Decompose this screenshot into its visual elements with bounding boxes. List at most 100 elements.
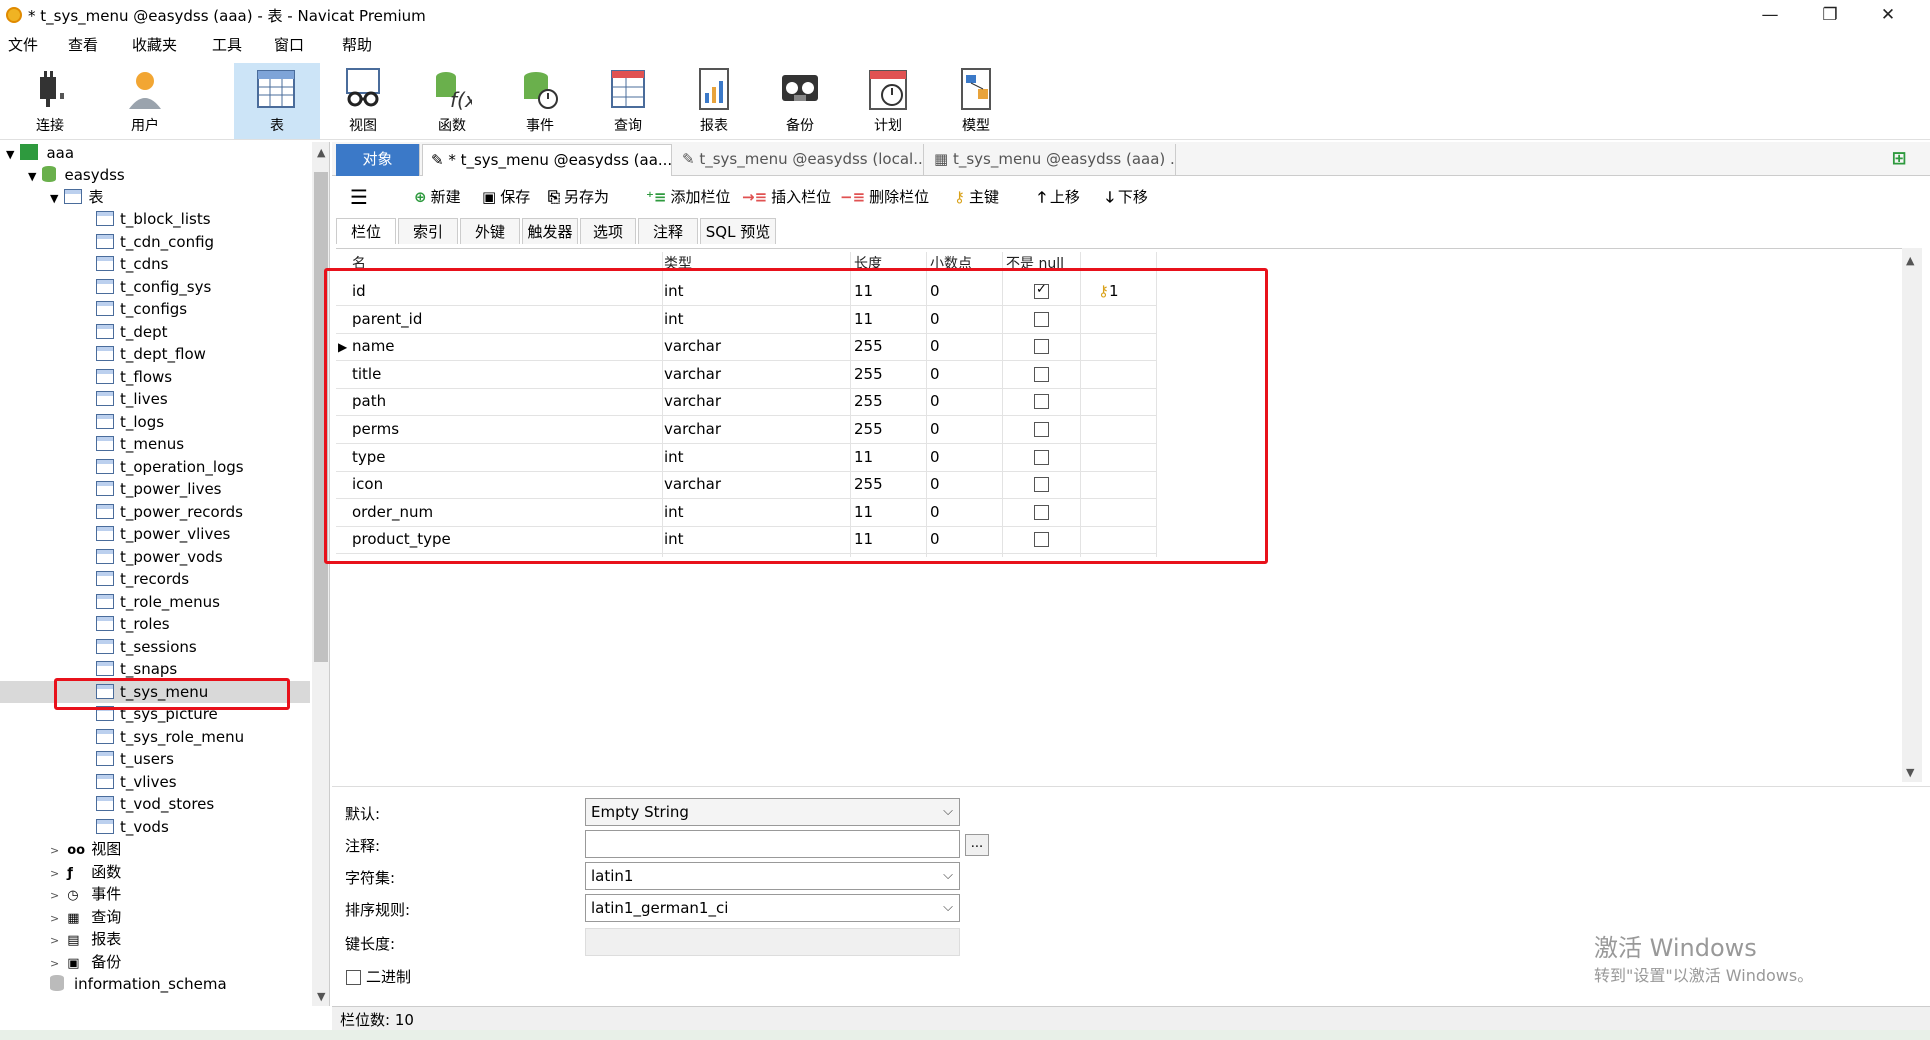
tab-t-sys-menu-aaa[interactable]: ▦ t_sys_menu @easydss (aaa) ...: [926, 144, 1176, 176]
tree-table-item[interactable]: t_power_lives: [0, 478, 310, 500]
tree-table-item[interactable]: t_vlives: [0, 771, 310, 793]
report-button[interactable]: 报表: [674, 63, 754, 139]
tree-group-item[interactable]: > ƒ 函数: [50, 861, 121, 883]
tab-design-t-sys-menu-aaa[interactable]: ✎ * t_sys_menu @easydss (aa...: [422, 144, 672, 176]
expand-chevron-icon[interactable]: >: [50, 957, 59, 970]
tab-objects[interactable]: 对象: [336, 144, 420, 176]
tree-table-item[interactable]: t_block_lists: [0, 208, 310, 230]
menu-view[interactable]: 查看: [68, 35, 98, 55]
menu-favorites[interactable]: 收藏夹: [132, 35, 177, 55]
menu-window[interactable]: 窗口: [274, 35, 304, 55]
tree-group-item[interactable]: > ◷ 事件: [50, 883, 121, 905]
view-button[interactable]: 视图: [323, 63, 403, 139]
tree-table-item[interactable]: t_vods: [0, 816, 310, 838]
menu-tools[interactable]: 工具: [212, 35, 242, 55]
subtab-triggers[interactable]: 触发器: [522, 218, 578, 244]
query-button[interactable]: 查询: [588, 63, 668, 139]
save-button[interactable]: ▣ 保存: [482, 184, 530, 210]
grid-vertical-scrollbar[interactable]: [1902, 248, 1922, 782]
subtab-sql-preview[interactable]: SQL 预览: [700, 218, 776, 244]
tab-t-sys-menu-local[interactable]: ✎ t_sys_menu @easydss (local...: [674, 144, 924, 176]
default-select[interactable]: Empty String ⌵: [585, 798, 960, 826]
subtab-comment[interactable]: 注释: [638, 218, 698, 244]
charset-select[interactable]: latin1 ⌵: [585, 862, 960, 890]
comment-more-button[interactable]: ...: [965, 834, 989, 856]
menu-help[interactable]: 帮助: [342, 35, 372, 55]
close-button[interactable]: ✕: [1868, 3, 1908, 27]
expand-chevron-icon[interactable]: >: [50, 867, 59, 880]
expand-chevron-icon[interactable]: >: [50, 889, 59, 902]
tree-table-item[interactable]: t_records: [0, 568, 310, 590]
move-down-button[interactable]: 🡓 下移: [1106, 184, 1148, 210]
tree-database-easydss[interactable]: ▼ easydss: [28, 164, 125, 186]
function-button[interactable]: f(x) 函数: [412, 63, 492, 139]
subtab-foreign-keys[interactable]: 外键: [460, 218, 520, 244]
tree-table-item[interactable]: t_cdn_config: [0, 231, 310, 253]
tree-table-item[interactable]: t_role_menus: [0, 591, 310, 613]
backup-button[interactable]: 备份: [760, 63, 840, 139]
move-up-button[interactable]: 🡑 上移: [1038, 184, 1080, 210]
key-length-input[interactable]: [585, 928, 960, 956]
delete-column-button[interactable]: −≡ 删除栏位: [840, 184, 929, 210]
tree-table-item[interactable]: t_logs: [0, 411, 310, 433]
tree-table-item[interactable]: t_snaps: [0, 658, 310, 680]
tree-table-item[interactable]: t_power_vods: [0, 546, 310, 568]
tree-table-item[interactable]: t_vod_stores: [0, 793, 310, 815]
grid-scroll-down-icon[interactable]: ▼: [1906, 766, 1914, 779]
tree-table-item[interactable]: t_power_vlives: [0, 523, 310, 545]
tree-tables-group[interactable]: ▼ 表: [50, 186, 103, 208]
expand-chevron-icon[interactable]: >: [50, 844, 59, 857]
tree-group-item[interactable]: > ▣ 备份: [50, 951, 121, 973]
tree-table-item[interactable]: t_power_records: [0, 501, 310, 523]
tree-connection-aaa[interactable]: ▼ aaa: [6, 142, 74, 164]
tree-table-item[interactable]: t_lives: [0, 388, 310, 410]
save-as-button[interactable]: ⎘ 另存为: [548, 184, 609, 210]
expand-chevron-icon[interactable]: >: [50, 934, 59, 947]
model-button[interactable]: 模型: [936, 63, 1016, 139]
tree-table-item[interactable]: t_dept_flow: [0, 343, 310, 365]
tree-database-information-schema[interactable]: information_schema: [50, 973, 227, 995]
event-button[interactable]: 事件: [500, 63, 580, 139]
tree-group-item[interactable]: > ▦ 查询: [50, 906, 121, 928]
collapse-chevron-icon[interactable]: ▼: [50, 192, 58, 205]
insert-column-button[interactable]: →≡ 插入栏位: [742, 184, 831, 210]
schedule-button[interactable]: 计划: [848, 63, 928, 139]
subtab-options[interactable]: 选项: [580, 218, 636, 244]
collapse-chevron-icon[interactable]: ▼: [6, 148, 14, 161]
tree-table-item[interactable]: t_config_sys: [0, 276, 310, 298]
grid-scroll-up-icon[interactable]: ▲: [1906, 254, 1914, 267]
collapse-chevron-icon[interactable]: ▼: [28, 170, 36, 183]
subtab-indexes[interactable]: 索引: [398, 218, 458, 244]
binary-checkbox[interactable]: [346, 970, 361, 985]
minimize-button[interactable]: —: [1750, 3, 1790, 27]
tree-scroll-down-icon[interactable]: ▼: [317, 990, 325, 1003]
tree-table-item[interactable]: t_sys_role_menu: [0, 726, 310, 748]
maximize-button[interactable]: ❐: [1810, 3, 1850, 27]
editor-menu-icon[interactable]: ☰: [350, 184, 368, 210]
collation-select[interactable]: latin1_german1_ci ⌵: [585, 894, 960, 922]
tree-table-item[interactable]: t_configs: [0, 298, 310, 320]
tree-table-item[interactable]: t_flows: [0, 366, 310, 388]
menu-file[interactable]: 文件: [8, 35, 38, 55]
new-tab-icon[interactable]: ⊞: [1888, 148, 1910, 170]
new-field-button[interactable]: ⊕ 新建: [414, 184, 461, 210]
tree-table-item[interactable]: t_cdns: [0, 253, 310, 275]
tree-table-item[interactable]: t_users: [0, 748, 310, 770]
primary-key-button[interactable]: ⚷ 主键: [954, 184, 999, 210]
tree-table-item[interactable]: t_roles: [0, 613, 310, 635]
tree-table-item[interactable]: t_operation_logs: [0, 456, 310, 478]
subtab-fields[interactable]: 栏位: [336, 218, 396, 244]
navigation-tree[interactable]: ▲ ▼ ▼ aaa ▼ easydss ▼ 表 t_block_lists t_cdn_…: [0, 142, 330, 1006]
connect-button[interactable]: 连接: [10, 63, 90, 139]
add-column-button[interactable]: ⁺≡ 添加栏位: [646, 184, 731, 210]
table-button[interactable]: 表: [234, 63, 320, 139]
user-button[interactable]: 用户: [105, 63, 185, 139]
tree-table-item[interactable]: t_menus: [0, 433, 310, 455]
tree-table-item[interactable]: t_sessions: [0, 636, 310, 658]
tree-scroll-up-icon[interactable]: ▲: [317, 146, 325, 159]
expand-chevron-icon[interactable]: >: [50, 912, 59, 925]
comment-input[interactable]: [585, 830, 960, 858]
tree-group-item[interactable]: > oo 视图: [50, 838, 121, 860]
tree-group-item[interactable]: > ▤ 报表: [50, 928, 121, 950]
tree-table-item[interactable]: t_dept: [0, 321, 310, 343]
